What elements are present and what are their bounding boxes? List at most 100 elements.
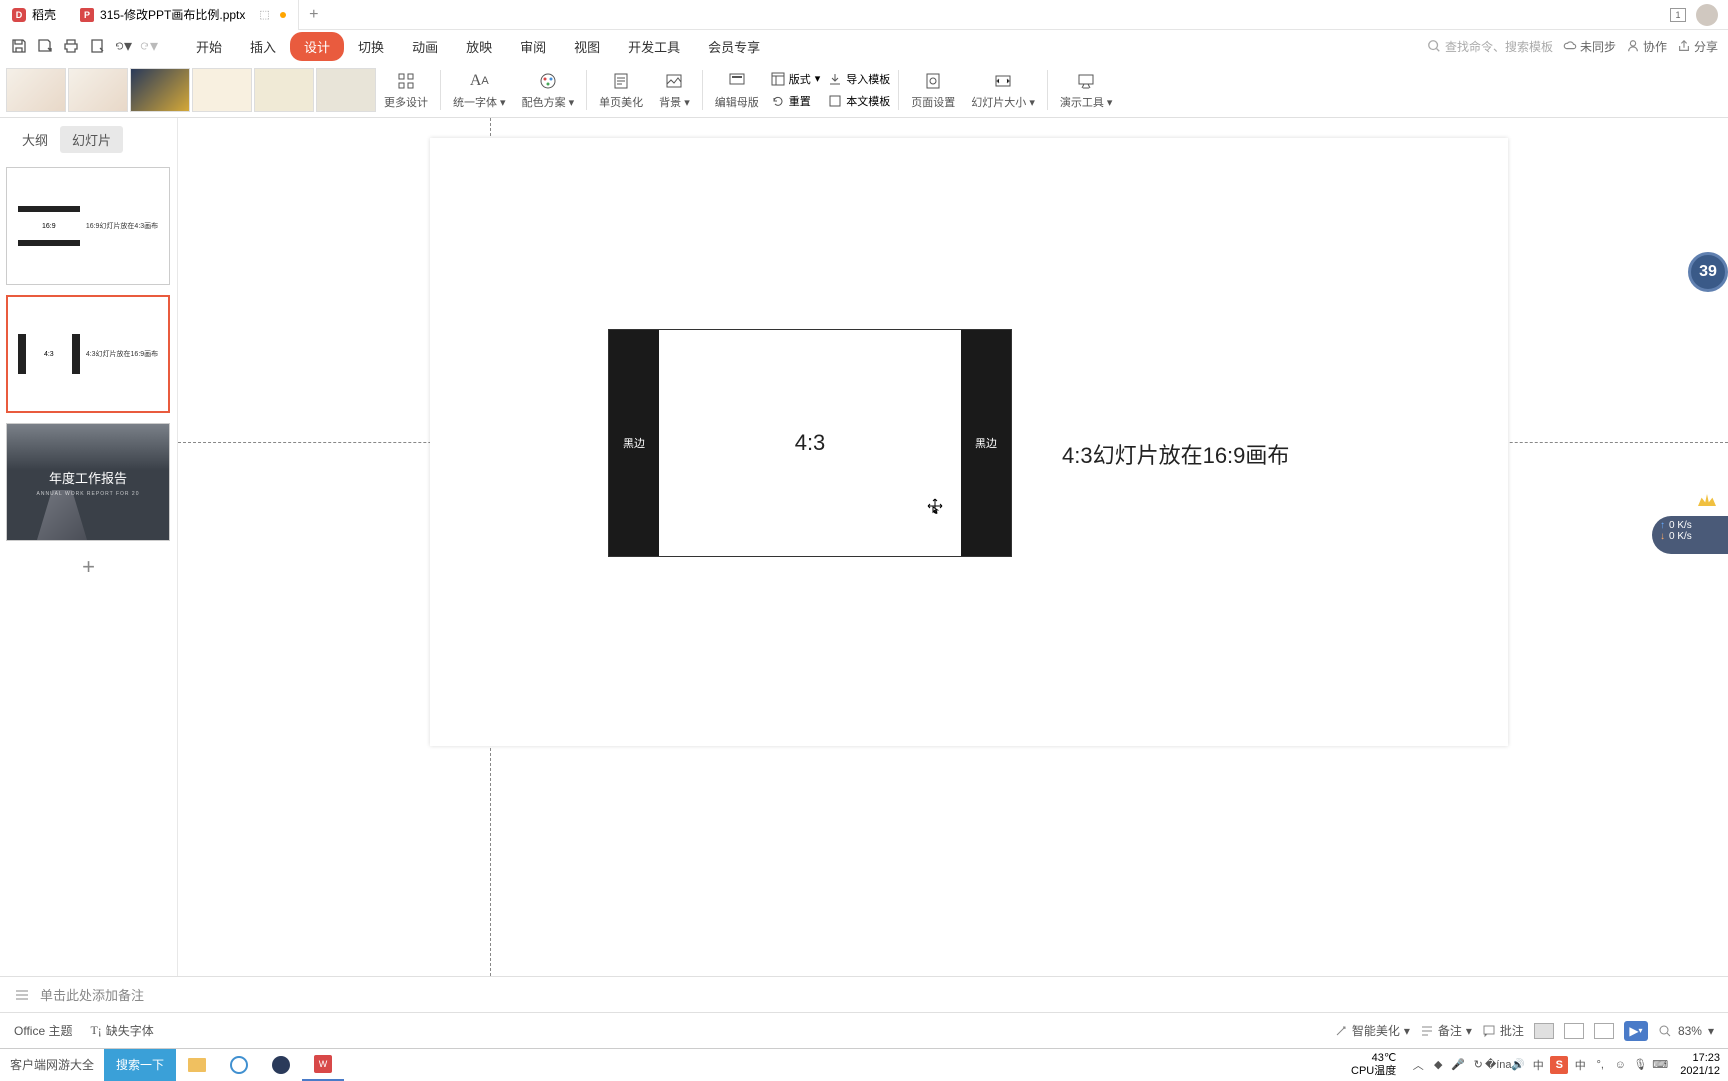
office-theme-label[interactable]: Office 主题 bbox=[14, 1022, 72, 1039]
outline-tab[interactable]: 大纲 bbox=[10, 126, 60, 153]
canvas-area[interactable]: 黑边 4:3 黑边 4:3幻灯片放在16:9画布 bbox=[178, 118, 1728, 976]
tray-wifi-icon[interactable]: �ína bbox=[1490, 1057, 1506, 1073]
tab-animation[interactable]: 动画 bbox=[398, 32, 452, 61]
save-as-icon[interactable] bbox=[36, 37, 54, 55]
tray-sync-icon[interactable]: ↻ bbox=[1470, 1057, 1486, 1073]
tab-member[interactable]: 会员专享 bbox=[694, 32, 774, 61]
net-speed-widget[interactable]: ↑0 K/s ↓0 K/s bbox=[1652, 516, 1728, 554]
font-icon: AA bbox=[468, 70, 490, 92]
layout-button[interactable]: 版式 ▾ bbox=[767, 69, 825, 89]
taskbar-search[interactable]: 搜索一下 bbox=[104, 1049, 176, 1081]
steam-app[interactable] bbox=[260, 1049, 302, 1081]
tab-design[interactable]: 设计 bbox=[290, 32, 344, 61]
crown-icon[interactable] bbox=[1698, 494, 1722, 514]
browser-app[interactable] bbox=[218, 1049, 260, 1081]
zoom-control[interactable]: 83% ▾ bbox=[1658, 1024, 1714, 1038]
taskbar-label[interactable]: 客户端网游大全 bbox=[0, 1056, 104, 1073]
thumb-text: 16:9幻灯片放在4:3画布 bbox=[86, 221, 158, 231]
tray-smile-icon[interactable]: ☺ bbox=[1612, 1057, 1628, 1073]
preview-icon[interactable] bbox=[88, 37, 106, 55]
window-count[interactable]: 1 bbox=[1670, 8, 1686, 22]
thumb-box: 16:9 bbox=[18, 206, 80, 246]
page-setup-button[interactable]: 页面设置 bbox=[903, 68, 963, 112]
add-slide-button[interactable]: + bbox=[73, 551, 105, 583]
slide-canvas[interactable]: 黑边 4:3 黑边 4:3幻灯片放在16:9画布 bbox=[430, 138, 1508, 746]
slide-caption[interactable]: 4:3幻灯片放在16:9画布 bbox=[1062, 438, 1289, 470]
slide-thumbnail-1[interactable]: 16:9 16:9幻灯片放在4:3画布 bbox=[6, 167, 170, 285]
smart-beauty-button[interactable]: 智能美化 ▾ bbox=[1334, 1022, 1410, 1039]
reset-button[interactable]: 重置 bbox=[767, 91, 825, 111]
tab-start[interactable]: 开始 bbox=[182, 32, 236, 61]
collab-button[interactable]: 协作 bbox=[1626, 38, 1667, 55]
user-avatar[interactable] bbox=[1696, 4, 1718, 26]
float-timer[interactable]: 39 bbox=[1688, 252, 1728, 292]
present-tools-button[interactable]: 演示工具 ▾ bbox=[1052, 68, 1121, 112]
body-template-button[interactable]: 本文模板 bbox=[824, 91, 894, 111]
theme-thumb[interactable] bbox=[192, 68, 252, 112]
tray-ime-label[interactable]: 中 bbox=[1572, 1057, 1588, 1073]
color-scheme-button[interactable]: 配色方案 ▾ bbox=[514, 68, 583, 112]
tab-view[interactable]: 视图 bbox=[560, 32, 614, 61]
separator bbox=[440, 70, 441, 110]
command-search[interactable]: 查找命令、搜索模板 bbox=[1427, 38, 1553, 55]
slide-thumbnail-2[interactable]: 4:3 4:3幻灯片放在16:9画布 bbox=[6, 295, 170, 413]
tray-ime-icon[interactable]: 中 bbox=[1530, 1057, 1546, 1073]
tab-transition[interactable]: 切换 bbox=[344, 32, 398, 61]
unsync-button[interactable]: 未同步 bbox=[1563, 38, 1616, 55]
theme-thumb[interactable] bbox=[68, 68, 128, 112]
tray-app-icon[interactable]: ◆ bbox=[1430, 1057, 1446, 1073]
notes-bar[interactable]: 单击此处添加备注 bbox=[0, 976, 1728, 1012]
slides-tab[interactable]: 幻灯片 bbox=[60, 126, 123, 153]
tray-volume-icon[interactable]: 🔊 bbox=[1510, 1057, 1526, 1073]
comments-button[interactable]: 批注 bbox=[1482, 1022, 1524, 1039]
more-design-button[interactable]: 更多设计 bbox=[376, 68, 436, 112]
sorter-view-button[interactable] bbox=[1564, 1023, 1584, 1039]
slide-inner-box[interactable]: 黑边 4:3 黑边 bbox=[608, 329, 1012, 557]
tray-mic-icon[interactable]: 🎤 bbox=[1450, 1057, 1466, 1073]
import-template-button[interactable]: 导入模板 bbox=[824, 69, 894, 89]
tab-devtools[interactable]: 开发工具 bbox=[614, 32, 694, 61]
tray-punct-icon[interactable]: °, bbox=[1592, 1057, 1608, 1073]
background-button[interactable]: 背景 ▾ bbox=[651, 68, 698, 112]
redo-icon[interactable]: ▾ bbox=[140, 37, 158, 55]
save-icon[interactable] bbox=[10, 37, 28, 55]
theme-thumb[interactable] bbox=[316, 68, 376, 112]
edit-master-button[interactable]: 编辑母版 bbox=[707, 68, 767, 112]
up-arrow-icon: ↑ bbox=[1660, 520, 1665, 531]
sogou-icon[interactable]: S bbox=[1550, 1056, 1568, 1074]
undo-icon[interactable]: ▾ bbox=[114, 37, 132, 55]
document-tab[interactable]: P 315-修改PPT画布比例.pptx ⬚ bbox=[68, 0, 299, 30]
wps-app[interactable]: W bbox=[302, 1049, 344, 1081]
slide-size-button[interactable]: 幻灯片大小 ▾ bbox=[963, 68, 1043, 112]
print-icon[interactable] bbox=[62, 37, 80, 55]
page-beauty-button[interactable]: 单页美化 bbox=[591, 68, 651, 112]
tray-kb-icon[interactable]: ⌨ bbox=[1652, 1057, 1668, 1073]
slideshow-button[interactable]: ▶▾ bbox=[1624, 1021, 1648, 1041]
tab-restore-icon[interactable]: ⬚ bbox=[259, 8, 269, 21]
tray-chevron-icon[interactable]: ︿ bbox=[1410, 1057, 1426, 1073]
theme-thumb[interactable] bbox=[6, 68, 66, 112]
new-tab-button[interactable]: + bbox=[299, 6, 329, 24]
share-button[interactable]: 分享 bbox=[1677, 38, 1718, 55]
tab-insert[interactable]: 插入 bbox=[236, 32, 290, 61]
cloud-icon bbox=[1563, 39, 1577, 53]
theme-thumb[interactable] bbox=[130, 68, 190, 112]
clock[interactable]: 17:23 2021/12 bbox=[1672, 1052, 1720, 1076]
tray-mic2-icon[interactable]: 🎙 bbox=[1632, 1057, 1648, 1073]
ie-icon bbox=[230, 1056, 248, 1074]
thumb-box: 4:3 bbox=[18, 334, 80, 374]
theme-thumb[interactable] bbox=[254, 68, 314, 112]
notes-button[interactable]: 备注 ▾ bbox=[1420, 1022, 1472, 1039]
tab-slideshow[interactable]: 放映 bbox=[452, 32, 506, 61]
normal-view-button[interactable] bbox=[1534, 1023, 1554, 1039]
home-tab[interactable]: D 稻壳 bbox=[0, 0, 68, 30]
unify-font-button[interactable]: AA 统一字体 ▾ bbox=[445, 68, 514, 112]
slide-thumbnail-3[interactable]: 年度工作报告 ANNUAL WORK REPORT FOR 20 bbox=[6, 423, 170, 541]
person-icon bbox=[1626, 39, 1640, 53]
explorer-app[interactable] bbox=[176, 1049, 218, 1081]
theme-gallery[interactable] bbox=[6, 68, 376, 112]
reading-view-button[interactable] bbox=[1594, 1023, 1614, 1039]
cpu-temp[interactable]: 43℃ CPU温度 bbox=[1341, 1052, 1406, 1076]
tab-review[interactable]: 审阅 bbox=[506, 32, 560, 61]
missing-font-button[interactable]: T¡ 缺失字体 bbox=[90, 1022, 153, 1039]
